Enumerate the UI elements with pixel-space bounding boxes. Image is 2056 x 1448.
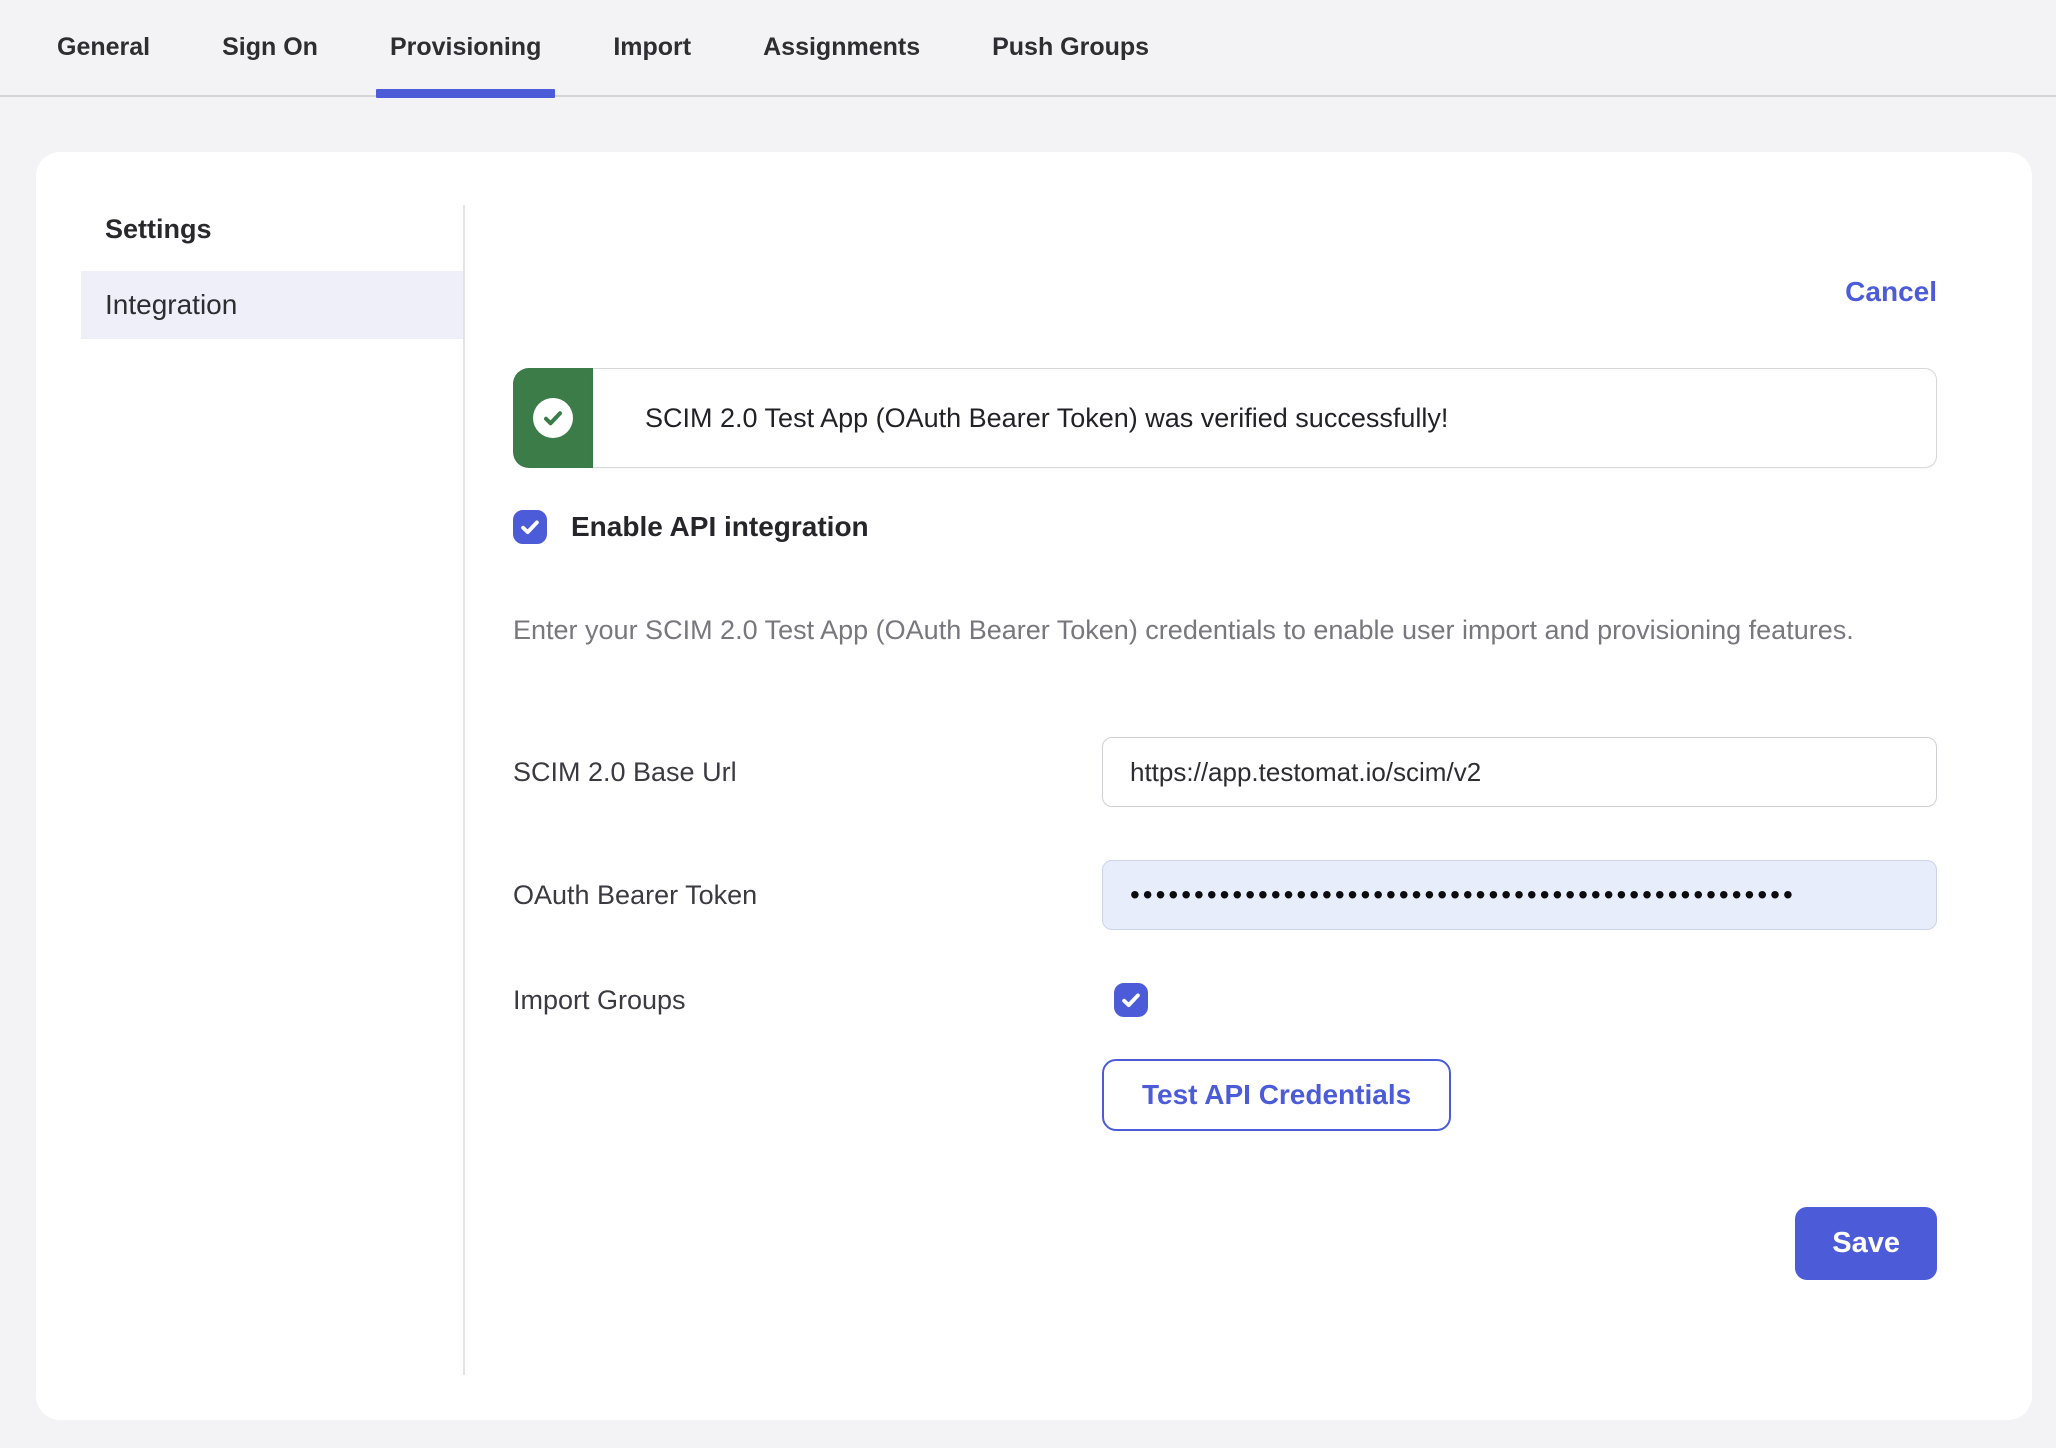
app-tab-bar: General Sign On Provisioning Import Assi…: [0, 0, 2056, 97]
import-groups-label: Import Groups: [513, 985, 1102, 1016]
cancel-link[interactable]: Cancel: [1845, 276, 1937, 308]
check-icon: [1120, 989, 1142, 1011]
tab-sign-on[interactable]: Sign On: [222, 0, 318, 96]
enable-api-label: Enable API integration: [571, 511, 869, 543]
tab-assignments[interactable]: Assignments: [763, 0, 920, 96]
token-label: OAuth Bearer Token: [513, 880, 1102, 911]
sidebar-divider: [463, 205, 465, 1375]
base-url-input[interactable]: [1102, 737, 1937, 807]
tab-general[interactable]: General: [57, 0, 150, 96]
settings-sidebar: Settings Integration: [36, 152, 463, 1420]
success-banner-message: SCIM 2.0 Test App (OAuth Bearer Token) w…: [645, 403, 1448, 434]
credentials-description: Enter your SCIM 2.0 Test App (OAuth Bear…: [513, 606, 1913, 655]
import-groups-cell: [1102, 983, 1937, 1017]
success-banner-icon-block: [513, 368, 593, 468]
sidebar-heading: Settings: [105, 214, 463, 245]
tab-provisioning[interactable]: Provisioning: [390, 0, 541, 96]
enable-api-row: Enable API integration: [513, 510, 1937, 544]
save-row: Save: [513, 1207, 1937, 1280]
import-groups-checkbox[interactable]: [1114, 983, 1148, 1017]
cancel-row: Cancel: [513, 276, 1937, 308]
credentials-form: SCIM 2.0 Base Url OAuth Bearer Token Imp…: [513, 737, 1937, 1017]
check-circle-icon: [533, 398, 573, 438]
integration-settings-panel: Cancel SCIM 2.0 Test App (OAuth Bearer T…: [513, 152, 1937, 1280]
base-url-label: SCIM 2.0 Base Url: [513, 757, 1102, 788]
sidebar-item-integration[interactable]: Integration: [81, 271, 463, 339]
success-banner: SCIM 2.0 Test App (OAuth Bearer Token) w…: [513, 368, 1937, 468]
provisioning-card: Settings Integration Cancel SCIM 2.0 Tes…: [36, 152, 2032, 1420]
check-icon: [519, 516, 541, 538]
save-button[interactable]: Save: [1795, 1207, 1937, 1280]
tab-import[interactable]: Import: [613, 0, 691, 96]
token-input[interactable]: [1102, 860, 1937, 930]
sidebar-item-label: Integration: [105, 289, 237, 321]
enable-api-checkbox[interactable]: [513, 510, 547, 544]
tab-push-groups[interactable]: Push Groups: [992, 0, 1149, 96]
test-api-credentials-button[interactable]: Test API Credentials: [1102, 1059, 1451, 1131]
success-banner-body: SCIM 2.0 Test App (OAuth Bearer Token) w…: [593, 368, 1937, 468]
test-button-row: Test API Credentials: [513, 1059, 1937, 1131]
